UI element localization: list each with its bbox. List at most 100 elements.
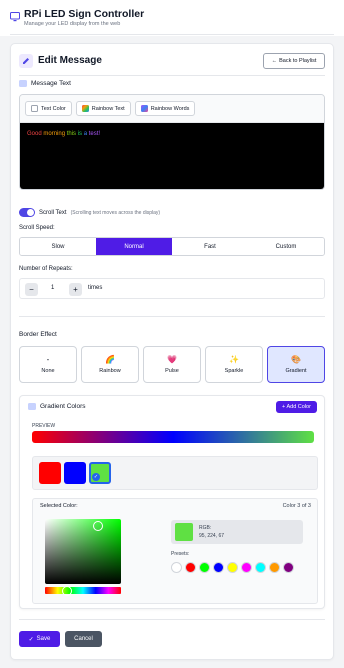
- message-segment: Good: [27, 131, 44, 137]
- sparkle-icon: ✨: [229, 354, 239, 364]
- message-text-label: Message Text: [31, 80, 71, 87]
- add-color-button[interactable]: + Add Color: [276, 401, 317, 413]
- border-option-label: Sparkle: [224, 367, 244, 374]
- scroll-text-label: Scroll Text: [39, 209, 67, 216]
- message-editor: Text Color Rainbow Text Rainbow Words Go…: [19, 94, 325, 190]
- repeats-value[interactable]: 1: [51, 285, 54, 291]
- section-divider: [19, 316, 325, 317]
- save-label: Save: [36, 636, 51, 642]
- saturation-handle[interactable]: [93, 521, 103, 531]
- check-icon: ✓: [28, 636, 34, 643]
- scroll-speed-label: Scroll Speed:: [19, 225, 55, 231]
- selected-color-swatch: [175, 523, 193, 541]
- repeats-unit: times: [88, 285, 103, 291]
- color-picker: Selected Color: Color 3 of 3 RGB: 95, 22…: [32, 498, 318, 604]
- preview-label: PREVIEW: [32, 423, 56, 429]
- color-stop[interactable]: [39, 462, 61, 484]
- rgb-label: RGB:: [199, 525, 212, 531]
- border-option-pulse[interactable]: 💗 Pulse: [143, 346, 201, 383]
- preset-color-swatch[interactable]: [227, 562, 238, 573]
- gradient-colors-heading: Gradient Colors: [28, 403, 86, 410]
- rgb-value: 95, 224, 67: [199, 533, 225, 539]
- title-divider: [19, 75, 325, 76]
- repeats-label: Number of Repeats:: [19, 266, 73, 272]
- header-divider: [10, 34, 334, 35]
- preset-color-swatch[interactable]: [171, 562, 182, 573]
- rainbow-icon: [81, 105, 89, 112]
- decrement-button[interactable]: −: [25, 283, 38, 296]
- rgb-readout: RGB: 95, 224, 67: [171, 520, 303, 544]
- rainbow-text-label: Rainbow Text: [91, 105, 125, 112]
- pencil-icon: [19, 54, 33, 68]
- preset-color-swatch[interactable]: [185, 562, 196, 573]
- app-title: RPi LED Sign Controller: [24, 8, 145, 20]
- preset-color-swatch[interactable]: [283, 562, 294, 573]
- border-option-label: None: [41, 367, 55, 374]
- back-button-label: Back to Playlist: [279, 58, 317, 64]
- gradient-colors-title: Gradient Colors: [40, 403, 86, 410]
- preset-colors: [171, 562, 294, 573]
- dash-icon: -: [46, 354, 50, 364]
- check-icon: ✓: [92, 473, 100, 481]
- app-subtitle: Manage your LED display from the web: [24, 21, 121, 27]
- heart-icon: 💗: [167, 354, 177, 364]
- speed-option-fast[interactable]: Fast: [172, 238, 248, 255]
- rainbow-text-button[interactable]: Rainbow Text: [75, 101, 131, 116]
- scroll-speed-selector: Slow Normal Fast Custom: [19, 237, 325, 256]
- speed-option-custom[interactable]: Custom: [248, 238, 324, 255]
- gradient-icon: [28, 403, 36, 410]
- preset-color-swatch[interactable]: [241, 562, 252, 573]
- border-effect-label: Border Effect: [19, 331, 57, 338]
- selected-color-label: Selected Color:: [40, 503, 78, 509]
- save-button[interactable]: ✓ Save: [19, 631, 60, 647]
- scroll-text-hint: (Scrolling text moves across the display…: [70, 209, 161, 216]
- rainbow-icon: 🌈: [105, 354, 115, 364]
- back-to-playlist-button[interactable]: ← Back to Playlist: [263, 53, 325, 69]
- editor-toolbar: Text Color Rainbow Text Rainbow Words: [20, 95, 324, 123]
- preset-color-swatch[interactable]: [213, 562, 224, 573]
- scroll-text-toggle[interactable]: [19, 208, 35, 217]
- rainbow-words-button[interactable]: Rainbow Words: [134, 101, 196, 116]
- app-header: RPi LED Sign Controller Manage your LED …: [0, 0, 344, 36]
- border-option-label: Gradient: [285, 367, 307, 374]
- border-option-gradient[interactable]: 🎨 Gradient: [267, 346, 325, 383]
- text-color-label: Text Color: [41, 105, 66, 112]
- speed-option-slow[interactable]: Slow: [20, 238, 96, 255]
- border-option-none[interactable]: - None: [19, 346, 77, 383]
- color-stop-selected[interactable]: ✓: [89, 462, 111, 484]
- gradient-preview-bar: [32, 431, 314, 443]
- saturation-value-area[interactable]: [45, 519, 121, 584]
- color-swatch-icon: [31, 105, 38, 112]
- cancel-button[interactable]: Cancel: [65, 631, 102, 647]
- text-color-button[interactable]: Text Color: [25, 101, 72, 116]
- repeats-stepper: − 1 + times: [19, 278, 325, 299]
- speed-option-normal[interactable]: Normal: [96, 238, 172, 255]
- rainbow-words-label: Rainbow Words: [150, 105, 190, 112]
- message-segment: test!: [88, 131, 101, 137]
- hue-handle[interactable]: [62, 585, 72, 596]
- edit-message-card: Edit Message ← Back to Playlist Message …: [10, 43, 334, 660]
- color-stop[interactable]: [64, 462, 86, 484]
- page-title: Edit Message: [38, 55, 102, 66]
- increment-button[interactable]: +: [69, 283, 82, 296]
- message-text-area[interactable]: Good morning this is a test!: [20, 123, 324, 189]
- border-option-rainbow[interactable]: 🌈 Rainbow: [81, 346, 139, 383]
- form-actions: ✓ Save Cancel: [19, 631, 102, 647]
- scroll-text-row: Scroll Text (Scrolling text moves across…: [19, 208, 160, 217]
- preset-color-swatch[interactable]: [199, 562, 210, 573]
- palette-icon: 🎨: [291, 354, 301, 364]
- border-option-sparkle[interactable]: ✨ Sparkle: [205, 346, 263, 383]
- presets-label: Presets:: [171, 551, 190, 557]
- footer-divider: [19, 619, 325, 620]
- border-effect-options: - None 🌈 Rainbow 💗 Pulse ✨ Sparkle 🎨 Gra…: [19, 346, 325, 383]
- message-segment: this: [66, 131, 78, 137]
- gradient-colors-panel: Gradient Colors + Add Color PREVIEW ✓ Se…: [19, 395, 325, 609]
- border-option-label: Pulse: [165, 367, 179, 374]
- message-icon: [19, 80, 27, 87]
- hue-slider[interactable]: [45, 585, 121, 596]
- monitor-icon: [10, 12, 20, 22]
- preset-color-swatch[interactable]: [255, 562, 266, 573]
- gradient-stops: ✓: [32, 456, 318, 490]
- preset-color-swatch[interactable]: [269, 562, 280, 573]
- arrow-left-icon: ←: [271, 58, 278, 64]
